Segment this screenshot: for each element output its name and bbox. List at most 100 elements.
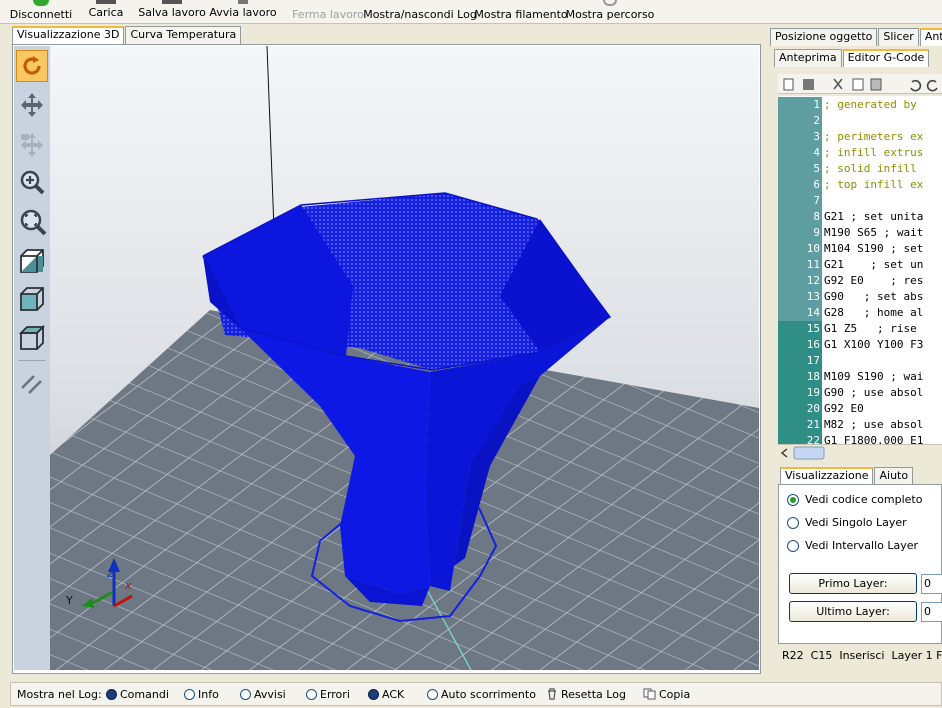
line-number: 15 — [778, 321, 822, 337]
gcode-line: M109 S190 ; wai — [824, 370, 924, 383]
log-icon — [412, 0, 428, 6]
gcode-line: G92 E0 ; res — [824, 274, 924, 287]
view-full-code-option[interactable]: Vedi codice completo — [787, 493, 922, 506]
preview-sub-tabs: Anteprima Editor G-Code — [774, 49, 930, 67]
gcode-line: G28 ; home al — [824, 306, 924, 319]
tab-3d-view[interactable]: Visualizzazione 3D — [12, 26, 125, 44]
gcode-line: G1 Z5 ; rise — [824, 322, 917, 335]
log-info-toggle[interactable]: Info — [184, 683, 219, 705]
log-commands-toggle[interactable]: Comandi — [106, 683, 169, 705]
radio[interactable] — [787, 539, 799, 552]
zoom-tool[interactable] — [16, 166, 48, 198]
line-number: 6 — [778, 177, 822, 193]
gcode-editor-toolbar — [778, 74, 942, 94]
line-number: 12 — [778, 273, 822, 289]
right-panel-tabs: Posizione oggetto Slicer Antep — [770, 28, 942, 46]
3d-viewport[interactable]: Y z x — [50, 46, 759, 670]
line-number: 19 — [778, 385, 822, 401]
iso-view-tool[interactable] — [16, 245, 48, 277]
start-job-button[interactable]: Avvia lavoro — [209, 0, 277, 24]
gcode-line: G90 ; use absol — [824, 386, 924, 399]
last-layer-input[interactable]: 0 — [921, 602, 942, 622]
save-file-icon[interactable] — [803, 79, 814, 90]
first-layer-button[interactable]: Primo Layer: — [789, 573, 917, 594]
tab-object-placement[interactable]: Posizione oggetto — [770, 28, 878, 46]
new-file-icon[interactable] — [783, 78, 794, 91]
fit-view-tool[interactable] — [16, 205, 48, 237]
copy-log-button[interactable]: Copia — [643, 683, 690, 705]
parallel-projection-tool[interactable] — [16, 368, 48, 400]
cursor-col: C15 — [810, 649, 833, 662]
disconnect-button[interactable]: Disconnetti — [10, 0, 72, 24]
tab-preview[interactable]: Antep — [919, 28, 942, 46]
paste-icon[interactable] — [870, 78, 882, 91]
stop-job-button[interactable]: Ferma lavoro — [292, 0, 364, 24]
show-filament-button[interactable]: Mostra filamento — [474, 0, 567, 24]
scroll-left-icon[interactable] — [780, 448, 788, 458]
scrollbar-thumb[interactable] — [793, 446, 825, 460]
line-number: 18 — [778, 369, 822, 385]
path-icon — [603, 0, 617, 6]
view-layer-range-option[interactable]: Vedi Intervallo Layer — [787, 539, 918, 552]
line-number: 17 — [778, 353, 822, 369]
save-job-button[interactable]: Salva lavoro — [138, 0, 206, 24]
log-warnings-toggle[interactable]: Avvisi — [240, 683, 286, 705]
gcode-editor[interactable]: 1; generated by 2 3; perimeters ex 4; in… — [778, 96, 942, 444]
log-filter-bar: Mostra nel Log: Comandi Info Avvisi Erro… — [10, 682, 942, 706]
reset-log-button[interactable]: Resetta Log — [546, 683, 626, 705]
tab-display[interactable]: Visualizzazione — [780, 467, 874, 485]
copy-icon[interactable] — [852, 78, 864, 91]
zoom-fit-icon — [20, 209, 46, 235]
main-toolbar: Disconnetti Carica Salva lavoro Avvia la… — [0, 0, 942, 24]
view-single-layer-option[interactable]: Vedi Singolo Layer — [787, 516, 907, 529]
cursor-row: R22 — [782, 649, 804, 662]
line-number: 1 — [778, 97, 822, 113]
parallel-lines-icon — [21, 375, 42, 394]
radio[interactable] — [787, 516, 799, 529]
iso-view-icon — [20, 249, 44, 273]
show-path-button[interactable]: Mostra percorso — [566, 0, 654, 24]
tab-slicer[interactable]: Slicer — [878, 28, 919, 46]
options-tabs: Visualizzazione Aiuto — [780, 467, 914, 485]
layer-info: Layer 1 Filam — [891, 649, 942, 662]
tab-help[interactable]: Aiuto — [874, 467, 914, 485]
radio-selected[interactable] — [787, 493, 799, 506]
tab-preview-render[interactable]: Anteprima — [774, 49, 842, 67]
move-object-tool[interactable] — [16, 129, 48, 161]
gcode-horizontal-scrollbar[interactable] — [778, 444, 942, 460]
line-number: 3 — [778, 129, 822, 145]
line-number: 21 — [778, 417, 822, 433]
tab-gcode-editor[interactable]: Editor G-Code — [842, 49, 930, 67]
first-layer-input[interactable]: 0 — [921, 574, 942, 594]
rotate-view-tool[interactable] — [16, 50, 48, 82]
stop-icon — [320, 0, 336, 6]
svg-text:z: z — [106, 567, 113, 580]
filament-icon — [513, 0, 529, 6]
log-ack-toggle[interactable]: ACK — [368, 683, 404, 705]
svg-text:x: x — [124, 579, 132, 592]
toggle-indicator-icon — [368, 688, 379, 700]
undo-icon[interactable] — [910, 79, 922, 92]
top-view-tool[interactable] — [16, 322, 48, 354]
redo-icon[interactable] — [926, 79, 938, 92]
load-button[interactable]: Carica — [86, 0, 126, 24]
copy-icon — [643, 688, 656, 700]
trash-icon — [548, 688, 556, 700]
tab-temperature-curve[interactable]: Curva Temperatura — [125, 26, 242, 44]
top-view-icon — [18, 324, 46, 350]
editor-status-bar: R22 C15 Inserisci Layer 1 Filam — [778, 648, 942, 664]
cut-icon[interactable] — [833, 78, 843, 90]
move-view-tool[interactable] — [16, 89, 48, 121]
toggle-indicator-icon — [106, 688, 117, 700]
toggle-log-button[interactable]: Mostra/nascondi Log — [363, 0, 477, 24]
line-number: 5 — [778, 161, 822, 177]
log-autoscroll-toggle[interactable]: Auto scorrimento — [427, 683, 536, 705]
view-tabs: Visualizzazione 3D Curva Temperatura — [12, 26, 242, 44]
toolbar-separator — [18, 360, 46, 361]
last-layer-button[interactable]: Ultimo Layer: — [789, 601, 917, 622]
log-errors-toggle[interactable]: Errori — [306, 683, 350, 705]
zoom-in-icon — [20, 170, 45, 195]
front-view-tool[interactable] — [16, 283, 48, 315]
line-number: 2 — [778, 113, 822, 129]
gcode-line: M190 S65 ; wait — [824, 226, 924, 239]
